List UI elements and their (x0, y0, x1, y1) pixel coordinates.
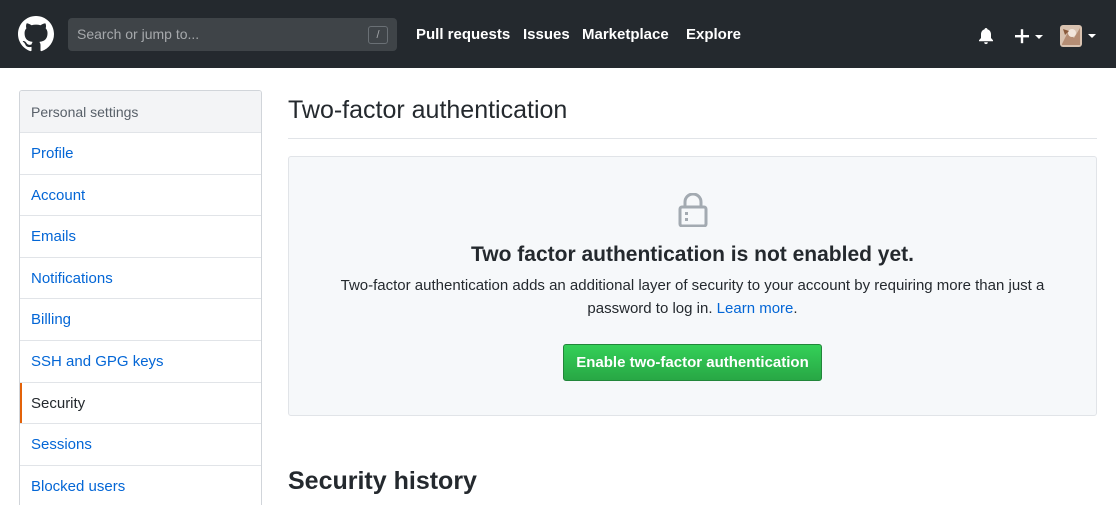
description-period: . (793, 300, 798, 317)
search-input[interactable]: Search or jump to... / (68, 18, 397, 51)
sidebar-item-ssh-gpg-keys[interactable]: SSH and GPG keys (20, 341, 261, 383)
blankslate-description: Two-factor authentication adds an additi… (321, 274, 1064, 320)
sidebar-item-security[interactable]: Security (20, 382, 261, 425)
sidebar-item-notifications[interactable]: Notifications (20, 258, 261, 300)
search-shortcut-key: / (368, 26, 388, 44)
lock-icon (678, 193, 708, 227)
avatar[interactable] (1060, 24, 1100, 48)
enable-two-factor-button[interactable]: Enable two-factor authentication (563, 344, 822, 381)
settings-sidebar: Personal settings Profile Account Emails… (19, 90, 262, 505)
sidebar-item-blocked-users[interactable]: Blocked users (20, 466, 261, 505)
title-divider (288, 138, 1097, 139)
sidebar-heading: Personal settings (20, 91, 261, 133)
security-history-title: Security history (288, 467, 477, 495)
nav-issues[interactable]: Issues (523, 26, 570, 43)
plus-dropdown-icon[interactable] (1013, 26, 1047, 46)
nav-marketplace[interactable]: Marketplace (582, 26, 669, 43)
nav-explore[interactable]: Explore (686, 26, 741, 43)
sidebar-item-billing[interactable]: Billing (20, 299, 261, 341)
description-line-2: password to log in. (587, 300, 713, 317)
bell-icon[interactable] (976, 26, 996, 46)
page-title: Two-factor authentication (288, 96, 568, 124)
sidebar-item-emails[interactable]: Emails (20, 216, 261, 258)
sidebar-item-profile[interactable]: Profile (20, 133, 261, 175)
two-factor-blankslate: Two factor authentication is not enabled… (288, 156, 1097, 416)
learn-more-link[interactable]: Learn more (717, 300, 794, 317)
top-header: Search or jump to... / Pull requests Iss… (0, 0, 1116, 68)
search-placeholder: Search or jump to... (77, 26, 200, 42)
sidebar-item-sessions[interactable]: Sessions (20, 424, 261, 466)
sidebar-item-account[interactable]: Account (20, 175, 261, 217)
blankslate-heading: Two factor authentication is not enabled… (471, 243, 914, 266)
description-line-1: Two-factor authentication adds an additi… (340, 277, 1045, 294)
github-logo-icon[interactable] (18, 16, 54, 52)
nav-pull-requests[interactable]: Pull requests (416, 26, 510, 43)
